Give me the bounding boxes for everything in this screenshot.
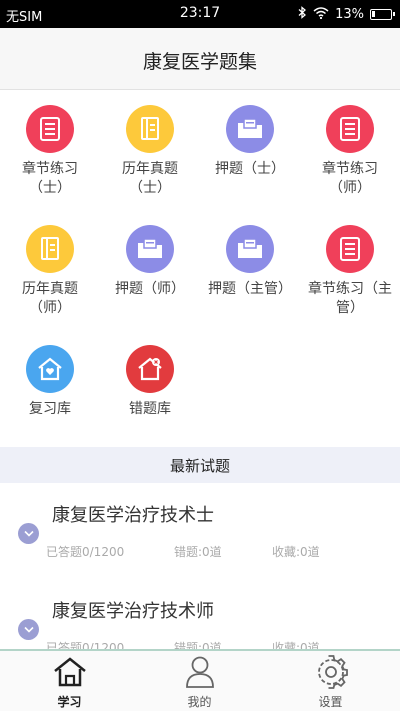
gear-icon: [264, 655, 397, 689]
book-icon: [26, 225, 74, 273]
grid-label: 复习库: [29, 401, 71, 417]
folder-icon: [226, 225, 274, 273]
chevron-down-icon[interactable]: [18, 523, 39, 544]
tab-label: 学习: [57, 695, 82, 709]
book-icon: [126, 105, 174, 153]
tab-settings[interactable]: 设置: [264, 655, 397, 710]
tab-study[interactable]: 学习: [3, 655, 136, 710]
grid-label: 章节练习: [322, 161, 378, 177]
grid-item-past-exams-teacher[interactable]: 历年真题 （师）: [0, 225, 100, 318]
wrong-count: 错题:0道: [174, 545, 222, 559]
folder-icon: [226, 105, 274, 153]
document-icon: [26, 105, 74, 153]
status-icons: 13%: [298, 6, 395, 23]
grid-label: 历年真题: [22, 281, 78, 297]
answered-count: 已答题0/1200: [46, 545, 125, 559]
home-heart-icon: [26, 345, 74, 393]
bottom-tab-bar: 学习 我的 设置: [0, 649, 400, 711]
page-title: 康复医学题集: [142, 51, 257, 73]
grid-item-predict-shi[interactable]: 押题（士）: [200, 105, 300, 179]
battery-percent: 13%: [335, 7, 364, 22]
grid-item-review-library[interactable]: 复习库: [0, 345, 100, 419]
status-bar: 无SIM 23:17 13%: [0, 0, 400, 28]
grid-label: 章节练习（主: [308, 281, 392, 297]
grid-label: 押题（师）: [115, 281, 185, 297]
grid-label: 错题库: [129, 401, 171, 417]
grid-label-2: （师）: [29, 300, 71, 316]
grid-item-predict-supervisor[interactable]: 押题（主管）: [200, 225, 300, 299]
grid-item-chapter-practice-supervisor[interactable]: 章节练习（主 管）: [300, 225, 400, 318]
grid-item-chapter-practice-shi[interactable]: 章节练习 （士）: [0, 105, 100, 198]
home-x-icon: [126, 345, 174, 393]
tab-label: 我的: [187, 695, 212, 709]
grid-label: 历年真题: [122, 161, 178, 177]
tab-mine[interactable]: 我的: [133, 655, 266, 710]
grid-label: 章节练习: [22, 161, 78, 177]
chevron-down-icon[interactable]: [18, 619, 39, 640]
grid-item-chapter-practice-shi-teacher[interactable]: 章节练习 （师）: [300, 105, 400, 198]
battery-icon: [370, 9, 395, 20]
grid-item-past-exams-shi[interactable]: 历年真题 （士）: [100, 105, 200, 198]
latest-exams-header: 最新试题: [0, 447, 400, 483]
folder-icon: [126, 225, 174, 273]
grid-label: 押题（主管）: [208, 281, 292, 297]
exam-list-item[interactable]: 康复医学治疗技术士 已答题0/1200 错题:0道 收藏:0道: [0, 487, 400, 583]
grid-item-wrong-library[interactable]: 错题库: [100, 345, 200, 419]
home-icon: [3, 655, 136, 689]
grid-label: 押题（士）: [215, 161, 285, 177]
bluetooth-icon: [298, 6, 307, 23]
person-icon: [133, 655, 266, 689]
favorite-count: 收藏:0道: [272, 545, 320, 559]
wifi-icon: [313, 6, 329, 23]
app-header: 康复医学题集: [0, 28, 400, 90]
grid-item-predict-teacher[interactable]: 押题（师）: [100, 225, 200, 299]
document-icon: [326, 105, 374, 153]
grid-label-2: （士）: [29, 180, 71, 196]
grid-label-2: （士）: [129, 180, 171, 196]
document-icon: [326, 225, 374, 273]
section-title: 最新试题: [169, 457, 230, 475]
grid-label-2: 管）: [336, 300, 364, 316]
exam-name: 康复医学治疗技术师: [52, 601, 214, 622]
grid-label-2: （师）: [329, 180, 371, 196]
exam-name: 康复医学治疗技术士: [52, 505, 214, 526]
tab-label: 设置: [318, 695, 343, 709]
